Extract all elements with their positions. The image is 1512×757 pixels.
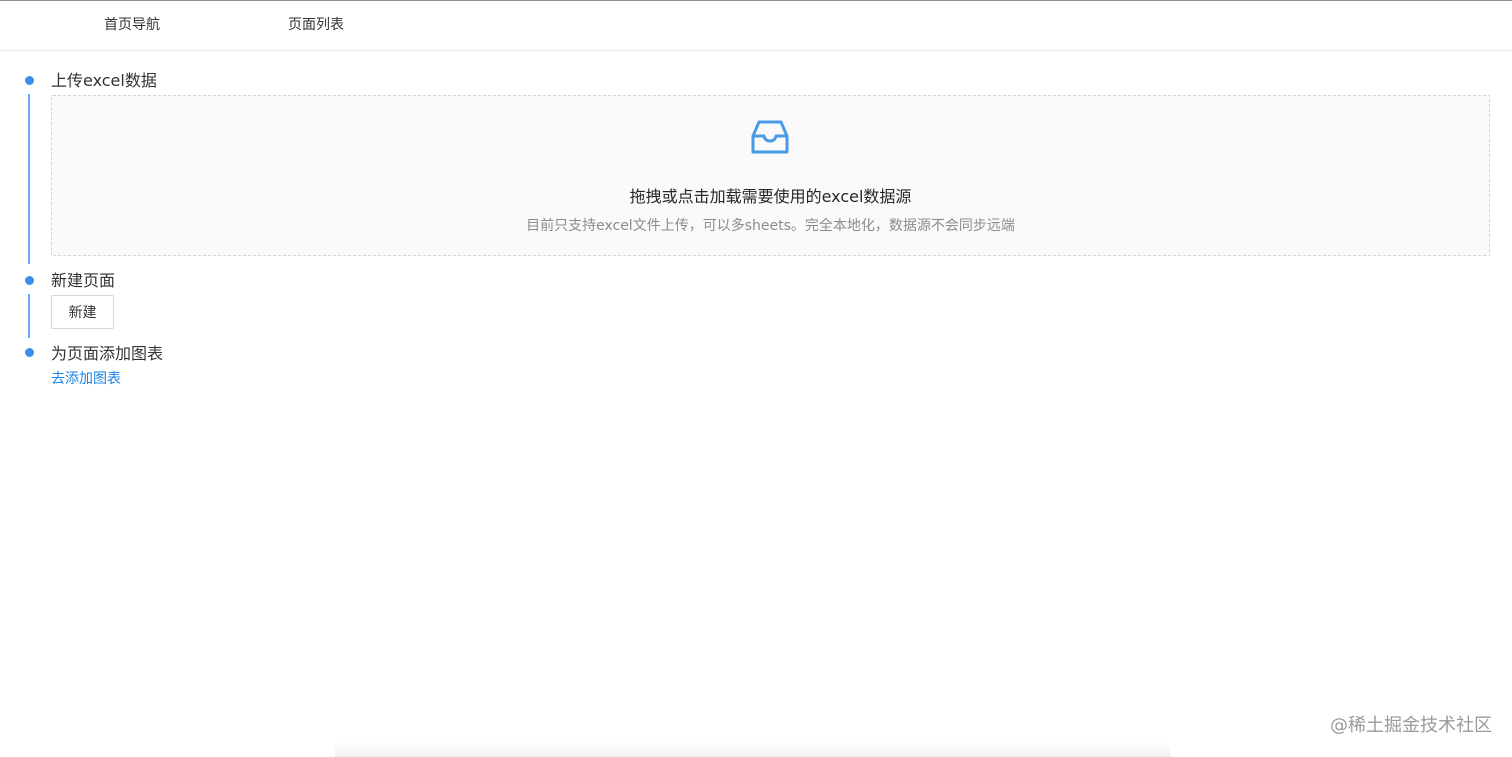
add-chart-link[interactable]: 去添加图表 bbox=[51, 369, 121, 389]
nav-home[interactable]: 首页导航 bbox=[104, 1, 160, 49]
nav-page-list[interactable]: 页面列表 bbox=[288, 1, 344, 49]
step-line-1 bbox=[28, 94, 30, 264]
new-page-button[interactable]: 新建 bbox=[51, 295, 114, 329]
step-title-add-chart: 为页面添加图表 bbox=[51, 344, 164, 363]
step-title-new-page: 新建页面 bbox=[51, 271, 116, 290]
top-nav: 首页导航 页面列表 bbox=[0, 1, 1512, 51]
inbox-icon bbox=[751, 120, 789, 154]
step-dot-new-page bbox=[25, 276, 34, 285]
dropzone-hint-text: 目前只支持excel文件上传，可以多sheets。完全本地化，数据源不会同步远端 bbox=[526, 218, 1015, 234]
step-line-2 bbox=[28, 294, 30, 338]
step-dot-add-chart bbox=[25, 348, 34, 357]
step-title-upload: 上传excel数据 bbox=[51, 71, 157, 90]
upload-dropzone[interactable]: 拖拽或点击加载需要使用的excel数据源 目前只支持excel文件上传，可以多s… bbox=[51, 95, 1490, 256]
watermark: @稀土掘金技术社区 bbox=[1330, 715, 1492, 736]
dropzone-main-text: 拖拽或点击加载需要使用的excel数据源 bbox=[629, 187, 912, 206]
step-dot-upload bbox=[25, 76, 34, 85]
bottom-shadow bbox=[335, 742, 1170, 757]
